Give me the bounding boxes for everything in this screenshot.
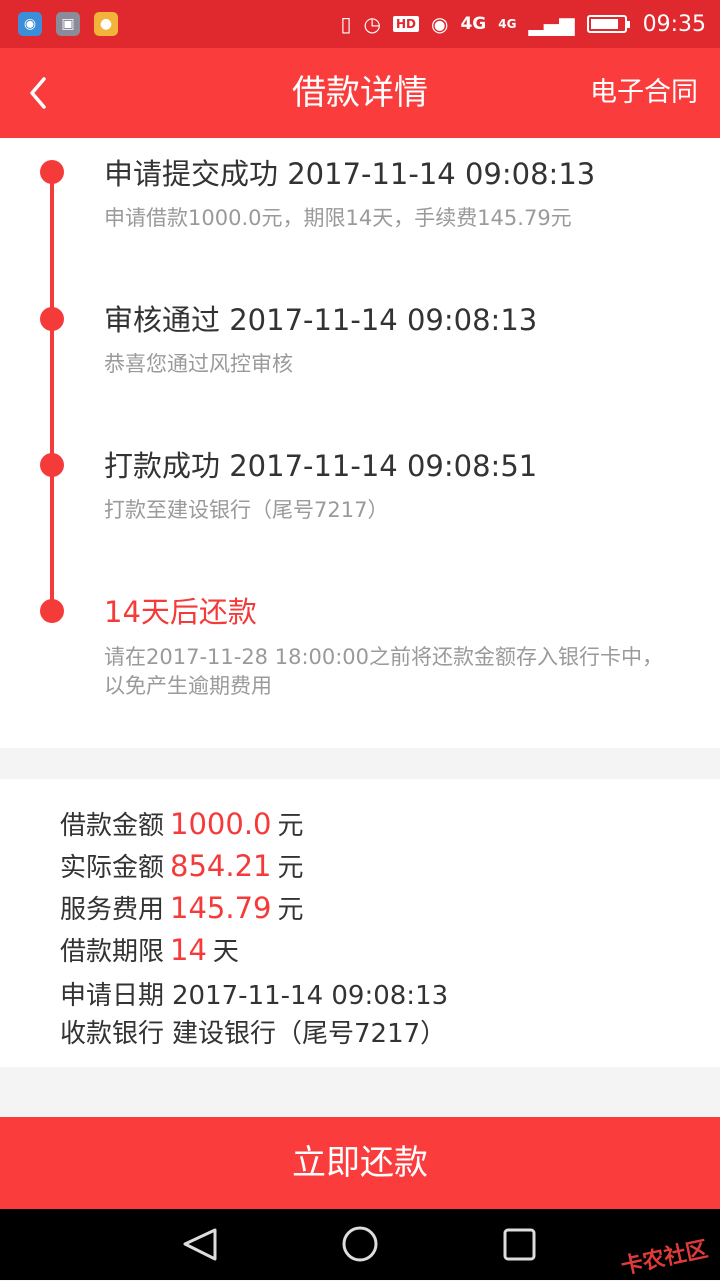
timeline-title-approved: 审核通过 2017-11-14 09:08:13 (104, 303, 538, 337)
apply-date-label: 申请日期 (60, 981, 165, 1011)
apply-date-value: 2017-11-14 09:08:13 (172, 981, 449, 1011)
timeline-title-repay: 14天后还款 (104, 595, 257, 629)
system-nav-bar: 卡农社区 (0, 1209, 720, 1280)
repay-now-button[interactable]: 立即还款 (0, 1117, 720, 1209)
actual-amount-row: 实际金额 854.21 元 (60, 847, 304, 884)
battery-fill (590, 19, 618, 29)
network-label-2: 4G (498, 17, 517, 31)
bank-value: 建设银行（尾号7217） (172, 1019, 447, 1049)
contract-link[interactable]: 电子合同 (590, 48, 698, 138)
apply-date-row: 申请日期 2017-11-14 09:08:13 (60, 975, 448, 1012)
service-fee-value: 145.79 (170, 891, 272, 925)
alarm-icon: ◷ (363, 12, 381, 36)
loan-term-unit: 天 (212, 937, 239, 967)
network-label: 4G (460, 14, 487, 34)
timeline-title-submitted: 申请提交成功 2017-11-14 09:08:13 (104, 157, 596, 191)
gallery-app-icon: ▣ (56, 12, 80, 36)
vibrate-icon: ▯ (340, 12, 352, 36)
bank-row: 收款银行 建设银行（尾号7217） (60, 1013, 446, 1050)
watermark: 卡农社区 (618, 1237, 711, 1280)
eye-icon: ◉ (430, 12, 449, 36)
actual-amount-unit: 元 (277, 853, 304, 883)
loan-amount-value: 1000.0 (170, 807, 272, 841)
timeline-desc-submitted: 申请借款1000.0元，期限14天，手续费145.79元 (104, 206, 572, 230)
bank-label: 收款银行 (60, 1019, 165, 1049)
actual-amount-label: 实际金额 (60, 853, 165, 883)
actual-amount-value: 854.21 (170, 849, 272, 883)
loan-amount-row: 借款金额 1000.0 元 (60, 805, 304, 842)
service-fee-unit: 元 (277, 895, 304, 925)
timeline-dot (40, 307, 64, 331)
status-bar: ◉ ▣ ● ▯ ◷ HD ◉ 4G 4G ▂▄▆ 09:35 (0, 0, 720, 48)
loan-term-row: 借款期限 14 天 (60, 931, 239, 968)
clock: 09:35 (642, 11, 706, 37)
location-app-icon: ◉ (18, 12, 42, 36)
timeline-dot (40, 453, 64, 477)
timeline-line (50, 172, 54, 609)
nav-bar: 借款详情 电子合同 (0, 48, 720, 138)
timeline-desc-repay-line1: 请在2017-11-28 18:00:00之前将还款金额存入银行卡中， (104, 645, 664, 669)
timeline-desc-repay-line2: 以免产生逾期费用 (104, 674, 272, 698)
nav-back-button[interactable] (170, 1219, 230, 1269)
nav-home-button[interactable] (330, 1219, 390, 1269)
timeline-dot (40, 160, 64, 184)
service-fee-row: 服务费用 145.79 元 (60, 889, 304, 926)
hd-badge: HD (392, 16, 419, 32)
timeline-title-paid: 打款成功 2017-11-14 09:08:51 (104, 449, 538, 483)
signal-icon: ▂▄▆ (528, 12, 575, 36)
timeline-card: 申请提交成功 2017-11-14 09:08:13 申请借款1000.0元，期… (0, 138, 720, 748)
loan-details-card: 借款金额 1000.0 元 实际金额 854.21 元 服务费用 145.79 元 借款期限… (0, 779, 720, 1067)
loan-amount-label: 借款金额 (60, 811, 165, 841)
nav-recents-button[interactable] (490, 1219, 550, 1269)
loan-term-label: 借款期限 (60, 937, 165, 967)
loan-amount-unit: 元 (277, 811, 304, 841)
loan-term-value: 14 (170, 933, 207, 967)
service-fee-label: 服务费用 (60, 895, 165, 925)
timeline-desc-approved: 恭喜您通过风控审核 (104, 352, 293, 376)
battery-icon (586, 15, 630, 33)
wallet-app-icon: ● (94, 12, 118, 36)
timeline-desc-paid: 打款至建设银行（尾号7217） (104, 498, 389, 522)
timeline-dot (40, 599, 64, 623)
